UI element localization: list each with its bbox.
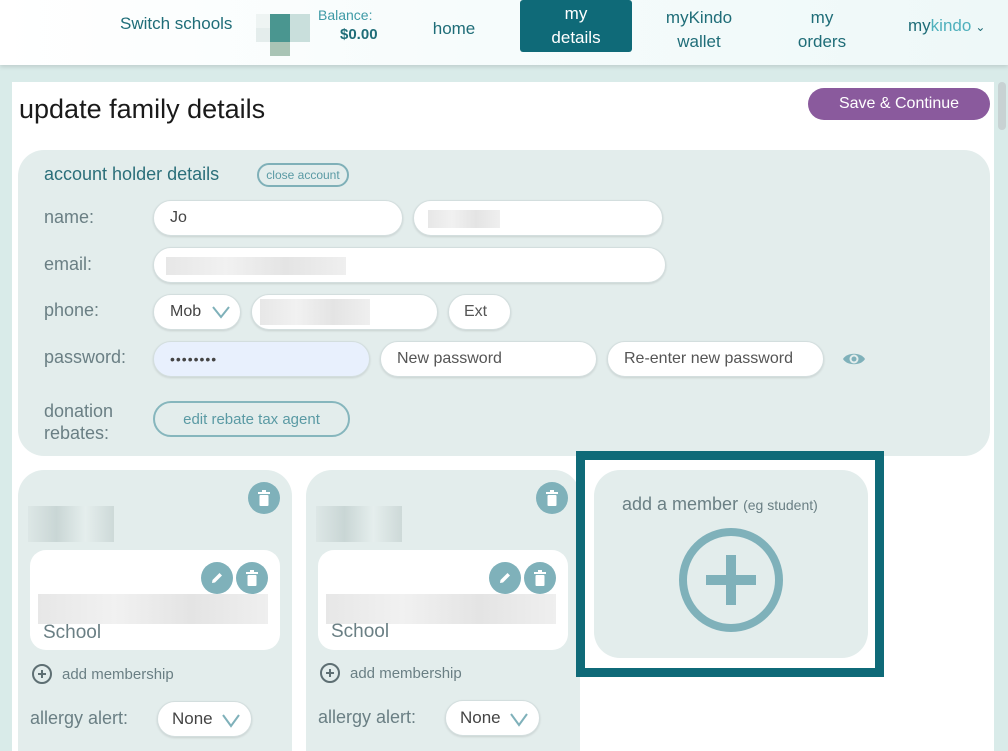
chevron-down-icon: [222, 714, 240, 728]
allergy-value: None: [460, 708, 501, 727]
chevron-down-icon: [510, 713, 528, 727]
plus-circle-icon: [320, 663, 340, 683]
chevron-down-icon: ⌄: [975, 20, 986, 34]
new-password-placeholder: New password: [397, 350, 502, 367]
save-continue-button[interactable]: Save & Continue: [808, 88, 990, 120]
nav-home-label: home: [432, 19, 476, 38]
delete-membership-button[interactable]: [236, 562, 268, 594]
redacted-text: [260, 299, 370, 325]
phone-label: phone:: [44, 300, 100, 320]
email-label: email:: [44, 254, 93, 274]
nav-orders-line2: orders: [797, 32, 847, 51]
redacted-school-name: [326, 594, 556, 624]
plus-circle-icon: [32, 664, 52, 684]
nav-orders-line1: my: [810, 8, 834, 27]
delete-member-button[interactable]: [248, 482, 280, 514]
redacted-member-name: [28, 506, 114, 542]
redacted-text: [166, 257, 346, 275]
edit-rebate-tax-agent-button[interactable]: edit rebate tax agent: [153, 401, 350, 437]
school-logo: [256, 14, 310, 56]
trash-icon: [258, 490, 270, 506]
redacted-school-name: [38, 594, 268, 624]
add-membership-label: add membership: [62, 665, 174, 683]
trash-icon: [534, 570, 546, 586]
delete-membership-button[interactable]: [524, 562, 556, 594]
pencil-icon: [500, 573, 510, 583]
add-membership-link[interactable]: add membership: [320, 663, 462, 683]
nav-home[interactable]: home: [416, 3, 492, 55]
donation-label-line1: donation: [44, 401, 114, 421]
phone-type-value: Mob: [170, 303, 202, 320]
page-title: update family details: [19, 94, 266, 124]
first-name-value: Jo: [170, 209, 187, 226]
balance-label: Balance:: [318, 7, 373, 23]
add-member-title: add a member (eg student): [622, 494, 818, 515]
eye-icon[interactable]: [842, 350, 866, 368]
current-password-input[interactable]: ••••••••: [153, 341, 370, 377]
section-title: account holder details: [44, 164, 220, 184]
pencil-icon: [212, 573, 222, 583]
phone-ext-input[interactable]: Ext: [448, 294, 511, 330]
trash-icon: [546, 490, 558, 506]
delete-member-button[interactable]: [536, 482, 568, 514]
balance-value: $0.00: [340, 26, 378, 43]
school-label: School: [331, 621, 390, 642]
nav-wallet-line2: wallet: [677, 32, 721, 51]
email-input[interactable]: [153, 247, 666, 283]
nav-my-orders[interactable]: my orders: [782, 4, 862, 56]
add-member-subtitle: (eg student): [743, 497, 818, 513]
switch-schools-link[interactable]: Switch schools: [120, 14, 232, 34]
allergy-alert-select[interactable]: None: [157, 701, 252, 737]
nav-mykindo-wallet[interactable]: myKindo wallet: [648, 4, 750, 56]
redacted-text: [428, 210, 500, 228]
allergy-alert-select[interactable]: None: [445, 700, 540, 736]
trash-icon: [246, 570, 258, 586]
add-membership-link[interactable]: add membership: [32, 664, 174, 684]
school-label: School: [43, 622, 102, 643]
nav-my-details-line1: my: [564, 4, 588, 23]
reenter-password-input[interactable]: Re-enter new password: [607, 341, 824, 377]
account-menu-my: my: [908, 16, 931, 35]
ext-placeholder: Ext: [464, 303, 488, 320]
add-membership-label: add membership: [350, 664, 462, 682]
add-member-plus-icon[interactable]: [678, 527, 784, 633]
first-name-input[interactable]: Jo: [153, 200, 403, 236]
edit-membership-button[interactable]: [201, 562, 233, 594]
nav-wallet-line1: myKindo: [665, 8, 733, 27]
last-name-input[interactable]: [413, 200, 663, 236]
donation-rebates-label: donation rebates:: [44, 400, 113, 444]
chevron-down-icon: [212, 306, 230, 319]
account-menu[interactable]: mykindo ⌄: [908, 16, 985, 36]
allergy-alert-label: allergy alert:: [30, 708, 129, 728]
add-member-label: add a member: [622, 494, 739, 514]
donation-label-line2: rebates:: [44, 423, 110, 443]
reenter-password-placeholder: Re-enter new password: [624, 350, 793, 367]
allergy-value: None: [172, 709, 213, 728]
edit-membership-button[interactable]: [489, 562, 521, 594]
nav-my-details[interactable]: my details: [520, 0, 632, 52]
account-menu-kindo: kindo: [930, 16, 972, 35]
password-value: ••••••••: [170, 351, 218, 367]
redacted-member-name: [316, 506, 402, 542]
allergy-alert-label: allergy alert:: [318, 707, 417, 727]
phone-number-input[interactable]: [251, 294, 438, 330]
password-label: password:: [44, 347, 127, 367]
new-password-input[interactable]: New password: [380, 341, 597, 377]
nav-my-details-line2: details: [551, 28, 601, 47]
close-account-button[interactable]: close account: [257, 163, 349, 187]
top-nav: Switch schools Balance: $0.00 home my de…: [0, 0, 1008, 65]
scrollbar[interactable]: [998, 82, 1006, 130]
name-label: name:: [44, 207, 95, 227]
